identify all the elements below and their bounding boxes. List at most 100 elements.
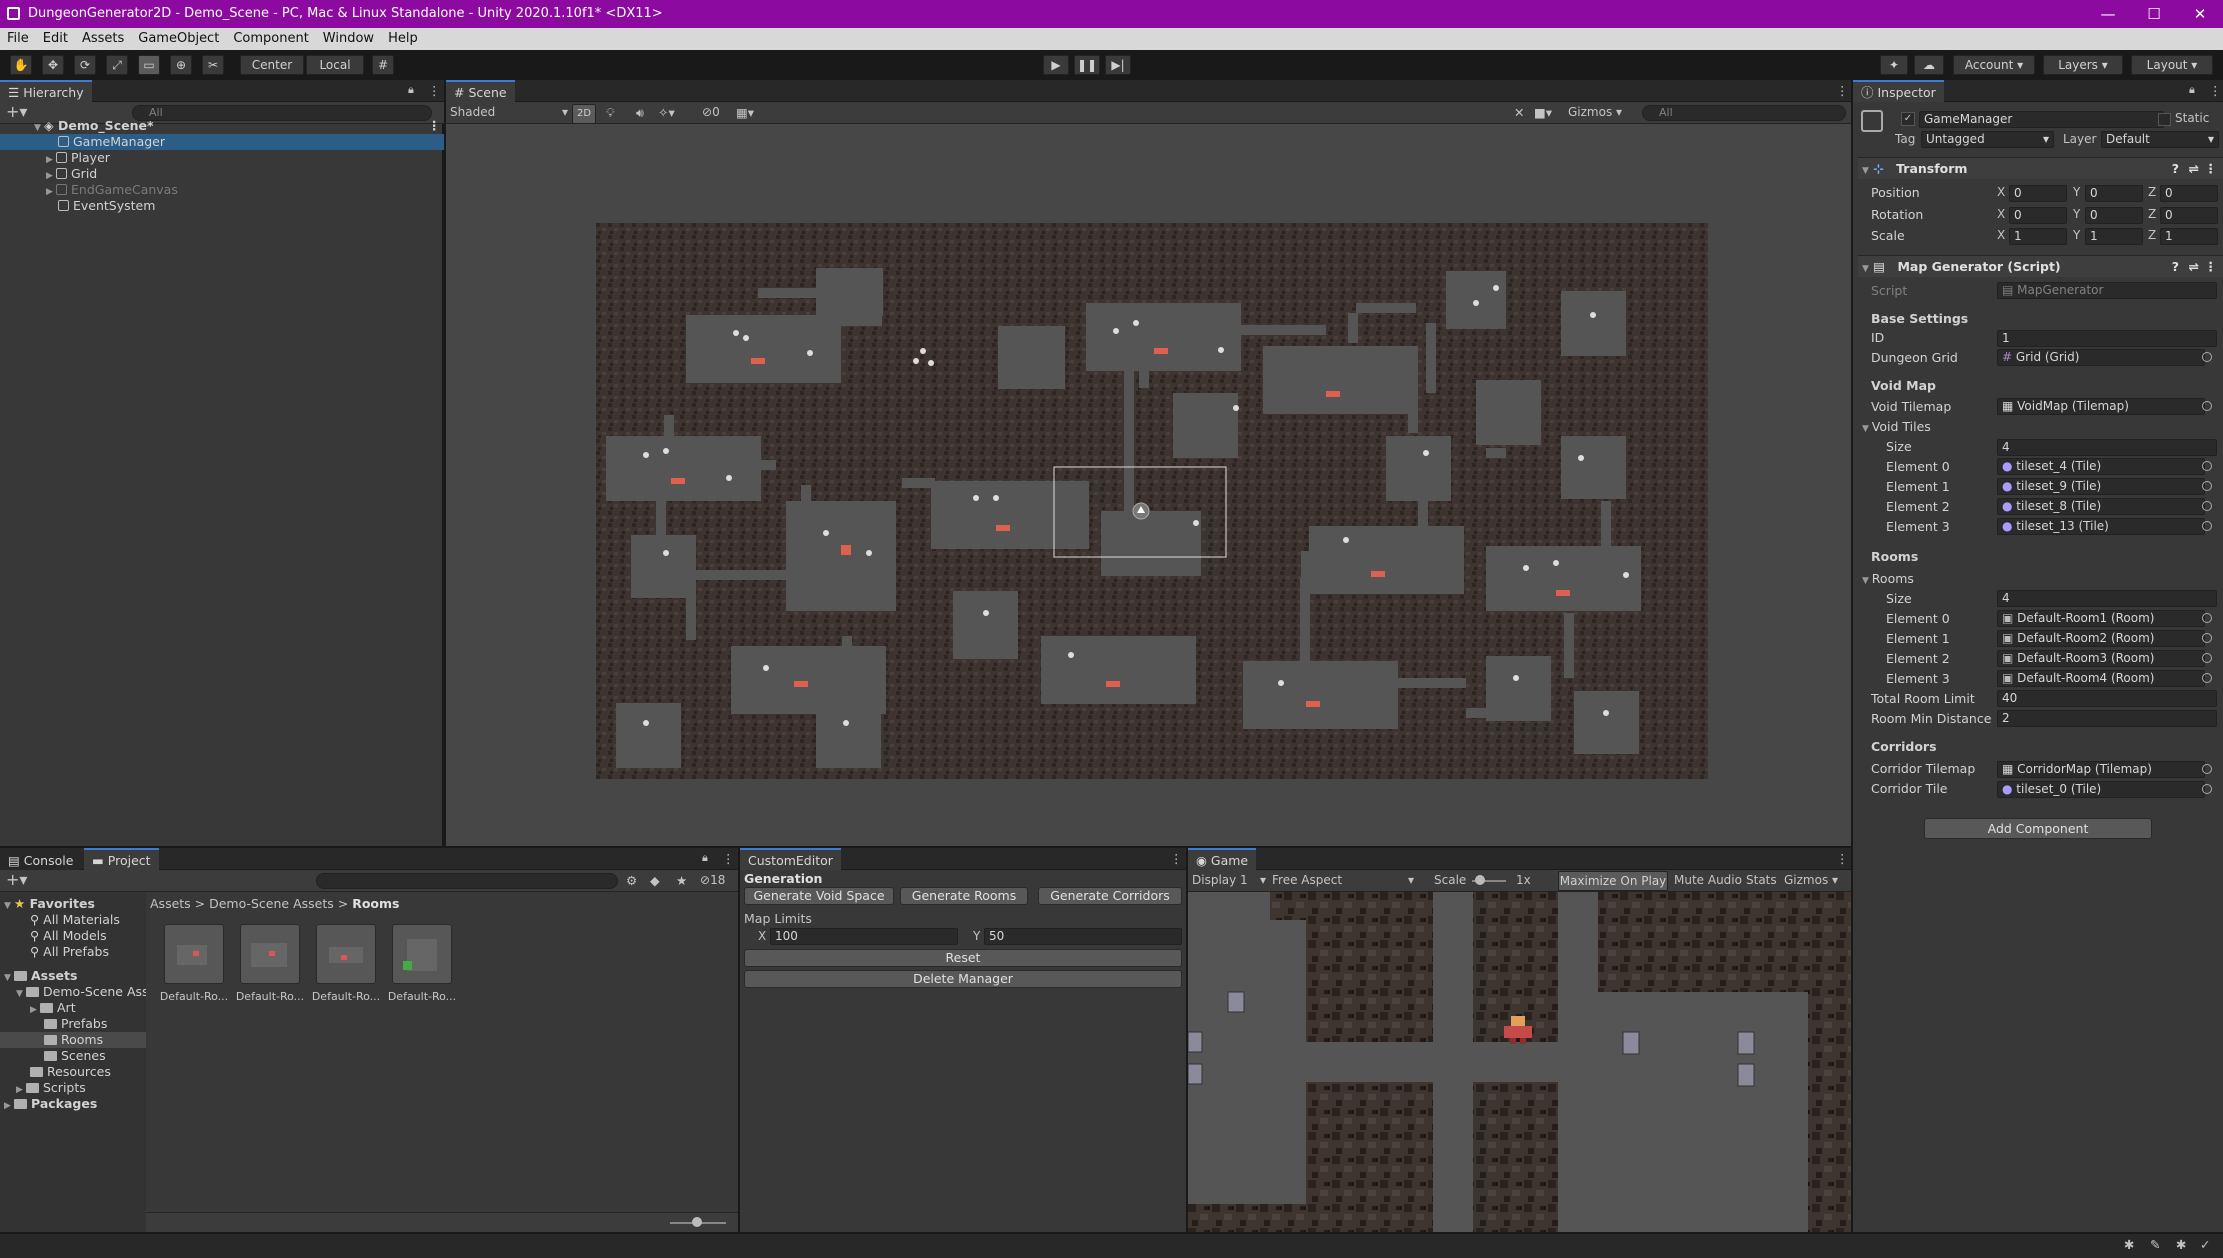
assets-row[interactable]: ▼ Assets bbox=[0, 968, 77, 984]
tab-custom-editor[interactable]: CustomEditor bbox=[740, 848, 841, 870]
corridor-tile-field[interactable]: ● tileset_0 (Tile) bbox=[1997, 781, 2205, 798]
lock-icon[interactable]: 🔒︎ bbox=[2189, 83, 2195, 97]
object-picker-icon[interactable] bbox=[2202, 501, 2212, 511]
stats-button[interactable]: Stats bbox=[1746, 873, 1777, 887]
hand-tool-icon[interactable]: ✋ bbox=[10, 55, 32, 75]
scene-search-input[interactable]: All bbox=[1642, 105, 1846, 121]
void-tiles-label[interactable]: ▼ Void Tiles bbox=[1862, 417, 1931, 437]
element-field[interactable]: ▣ Default-Room2 (Room) bbox=[1997, 630, 2205, 647]
inspector-kebab-icon[interactable]: ⋮ bbox=[2209, 83, 2222, 98]
tree-scripts[interactable]: ▶ Scripts bbox=[0, 1080, 86, 1096]
element-field[interactable]: ▣ Default-Room3 (Room) bbox=[1997, 650, 2205, 667]
position-x-field[interactable]: 0 bbox=[2009, 185, 2067, 202]
aspect-dropdown[interactable]: Free Aspect ▾ bbox=[1272, 873, 1414, 887]
map-generator-header[interactable]: ▼ ▤ Map Generator (Script)? ⇌ ⋮ bbox=[1858, 255, 2223, 277]
scale-slider-handle[interactable] bbox=[1475, 875, 1485, 885]
tree-scenes[interactable]: Scenes bbox=[0, 1048, 106, 1064]
tree-rooms[interactable]: Rooms bbox=[0, 1032, 146, 1048]
minimize-button[interactable]: — bbox=[2085, 0, 2131, 28]
scale-tool-icon[interactable]: ⤢ bbox=[106, 55, 128, 75]
tab-hierarchy[interactable]: ☰ Hierarchy bbox=[0, 80, 92, 102]
scale-x-field[interactable]: 1 bbox=[2009, 228, 2067, 245]
object-picker-icon[interactable] bbox=[2202, 784, 2212, 794]
room-asset-thumbnail[interactable] bbox=[392, 924, 452, 984]
breadcrumb-rooms[interactable]: Rooms bbox=[352, 896, 399, 911]
presets-icon[interactable]: ⇌ bbox=[2189, 256, 2199, 278]
lock-icon[interactable]: 🔒︎ bbox=[408, 83, 414, 97]
room-asset-thumbnail[interactable] bbox=[164, 924, 224, 984]
element-field[interactable]: ▣ Default-Room4 (Room) bbox=[1997, 670, 2205, 687]
tree-demo-scene[interactable]: ▼ Demo-Scene Ass bbox=[0, 984, 146, 1000]
hidden-packages-icon[interactable]: ⊘18 bbox=[700, 873, 725, 887]
position-y-field[interactable]: 0 bbox=[2085, 185, 2143, 202]
corridor-tilemap-field[interactable]: ▦ CorridorMap (Tilemap) bbox=[1997, 761, 2205, 778]
chevron-right-icon[interactable]: ▶ bbox=[4, 1098, 14, 1114]
maximize-on-play-button[interactable]: Maximize On Play bbox=[1558, 871, 1668, 891]
position-z-field[interactable]: 0 bbox=[2160, 185, 2218, 202]
element-field[interactable]: ● tileset_4 (Tile) bbox=[1997, 458, 2205, 475]
scene-root-row[interactable]: ▼ ◈ Demo_Scene* ⋮ bbox=[0, 118, 444, 134]
fav-all-materials[interactable]: ⚲ All Materials bbox=[0, 912, 120, 928]
hierarchy-item-endgamecanvas[interactable]: ▶ EndGameCanvas bbox=[0, 182, 444, 198]
rotation-x-field[interactable]: 0 bbox=[2009, 207, 2067, 224]
shading-dropdown[interactable]: Shaded ▾ bbox=[450, 105, 568, 119]
object-picker-icon[interactable] bbox=[2202, 352, 2212, 362]
fav-all-models[interactable]: ⚲ All Models bbox=[0, 928, 107, 944]
tree-resources[interactable]: Resources bbox=[0, 1064, 111, 1080]
room-asset-thumbnail[interactable] bbox=[240, 924, 300, 984]
generate-void-button[interactable]: Generate Void Space bbox=[744, 887, 894, 905]
menu-edit[interactable]: Edit bbox=[36, 28, 75, 50]
project-kebab-icon[interactable]: ⋮ bbox=[722, 851, 735, 866]
object-picker-icon[interactable] bbox=[2202, 401, 2212, 411]
tree-art[interactable]: ▶ Art bbox=[0, 1000, 76, 1016]
id-field[interactable]: 1 bbox=[1997, 330, 2217, 347]
services-icon[interactable]: ✦ bbox=[1880, 55, 1908, 75]
breadcrumb-demo-scene[interactable]: Demo-Scene Assets bbox=[209, 896, 334, 911]
room-asset-thumbnail[interactable] bbox=[316, 924, 376, 984]
object-picker-icon[interactable] bbox=[2202, 521, 2212, 531]
fav-all-prefabs[interactable]: ⚲ All Prefabs bbox=[0, 944, 109, 960]
rotate-tool-icon[interactable]: ⟳ bbox=[74, 55, 96, 75]
rooms-label[interactable]: ▼ Rooms bbox=[1862, 569, 1914, 589]
tree-prefabs[interactable]: Prefabs bbox=[0, 1016, 107, 1032]
play-button[interactable]: ▶ bbox=[1043, 55, 1069, 75]
object-picker-icon[interactable] bbox=[2202, 764, 2212, 774]
account-dropdown[interactable]: Account ▾ bbox=[1953, 55, 2035, 75]
game-kebab-icon[interactable]: ⋮ bbox=[1836, 851, 1849, 866]
object-picker-icon[interactable] bbox=[2202, 673, 2212, 683]
hidden-objects-icon[interactable]: ⊘0 bbox=[702, 105, 720, 119]
close-button[interactable]: ✕ bbox=[2177, 0, 2223, 28]
active-checkbox[interactable]: ✓ bbox=[1901, 112, 1915, 126]
object-name-field[interactable]: GameManager bbox=[1919, 111, 2164, 128]
transform-tool-icon[interactable]: ⊕ bbox=[170, 55, 192, 75]
audio-icon[interactable]: 🔊︎ bbox=[636, 105, 644, 121]
menu-component[interactable]: Component bbox=[226, 28, 315, 50]
packages-row[interactable]: ▶ Packages bbox=[0, 1096, 97, 1112]
tab-console[interactable]: ▤ Console bbox=[0, 848, 82, 870]
object-picker-icon[interactable] bbox=[2202, 481, 2212, 491]
generate-rooms-button[interactable]: Generate Rooms bbox=[900, 887, 1028, 905]
rotation-z-field[interactable]: 0 bbox=[2160, 207, 2218, 224]
tag-dropdown[interactable]: Untagged ▾ bbox=[1921, 131, 2054, 148]
tab-game[interactable]: ◉ Game bbox=[1188, 848, 1257, 870]
favorite-star-icon[interactable]: ★ bbox=[676, 873, 687, 888]
menu-file[interactable]: File bbox=[0, 28, 36, 50]
lock-icon[interactable]: 🔒︎ bbox=[702, 851, 708, 865]
component-kebab-icon[interactable]: ⋮ bbox=[2205, 158, 2218, 180]
map-limit-x-field[interactable]: 100 bbox=[770, 928, 958, 945]
scene-kebab-icon[interactable]: ⋮ bbox=[1836, 83, 1849, 98]
game-viewport[interactable] bbox=[1188, 892, 1851, 1232]
static-checkbox[interactable] bbox=[2158, 113, 2171, 126]
breadcrumb-assets[interactable]: Assets bbox=[150, 896, 191, 911]
scale-z-field[interactable]: 1 bbox=[2160, 228, 2218, 245]
gizmos-dropdown[interactable]: Gizmos ▾ bbox=[1568, 105, 1622, 119]
progress-icon[interactable]: ✎ bbox=[2150, 1237, 2160, 1252]
hierarchy-item-gamemanager[interactable]: GameManager bbox=[0, 134, 444, 150]
element-field[interactable]: ● tileset_13 (Tile) bbox=[1997, 518, 2205, 535]
chevron-down-icon[interactable]: ▼ bbox=[16, 986, 26, 1000]
tab-inspector[interactable]: ⓘ Inspector bbox=[1853, 80, 1944, 102]
help-icon[interactable]: ? bbox=[2172, 158, 2179, 180]
total-room-limit-field[interactable]: 40 bbox=[1997, 690, 2217, 707]
game-gizmos-dropdown[interactable]: Gizmos ▾ bbox=[1784, 873, 1838, 887]
custom-tool-icon[interactable]: ✂ bbox=[202, 55, 224, 75]
